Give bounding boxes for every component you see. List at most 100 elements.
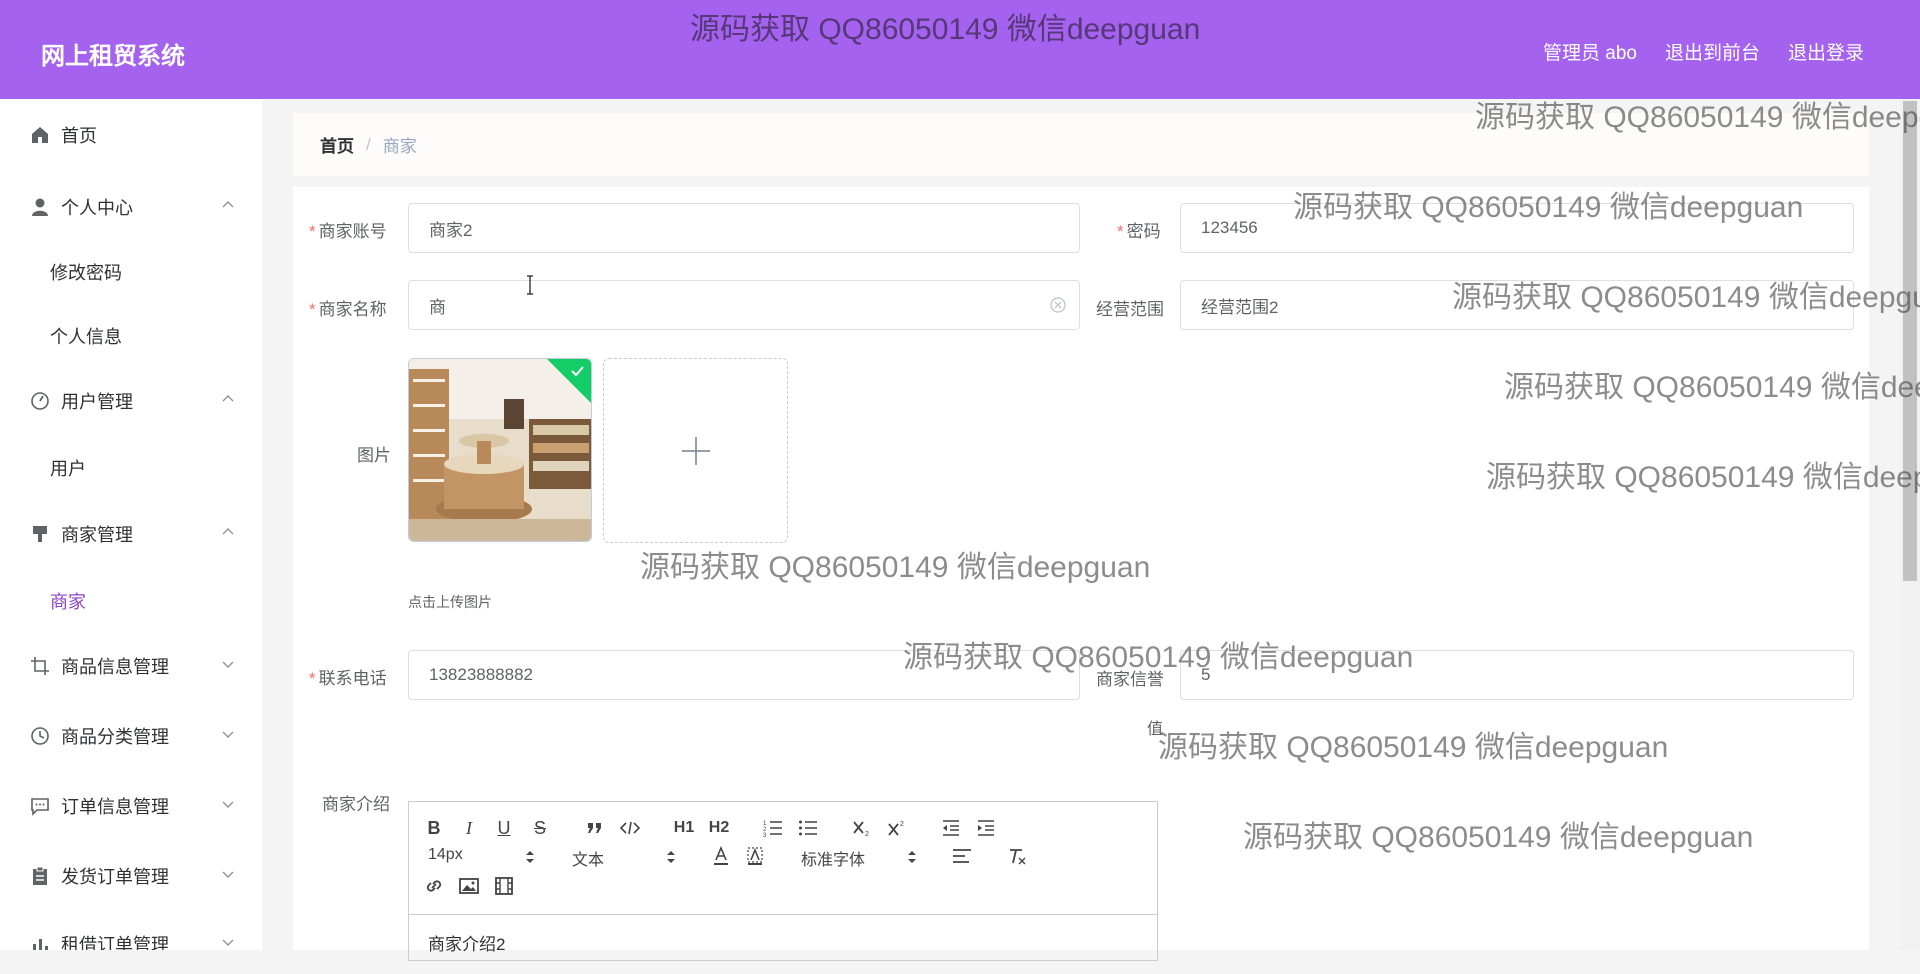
add-image-button[interactable]	[603, 358, 788, 543]
credit-label-wrap: 值	[1147, 721, 1164, 738]
sidebar-item-label: 订单信息管理	[61, 797, 169, 817]
top-header: 网上租贸系统 管理员 abo 退出到前台 退出登录	[0, 0, 1920, 99]
chevron-up-icon	[222, 201, 234, 208]
indent-icon[interactable]	[974, 816, 998, 840]
sidebar-item-label: 发货订单管理	[61, 867, 169, 887]
intro-label: 商家介绍	[322, 795, 390, 814]
breadcrumb-separator: /	[366, 134, 371, 154]
sidebar-item-personal-center[interactable]: 个人中心	[0, 187, 262, 227]
sidebar-item-home[interactable]: 首页	[0, 115, 262, 155]
svg-text:3: 3	[763, 833, 767, 837]
password-label: * 密码	[1117, 222, 1161, 241]
font-color-icon[interactable]	[709, 844, 733, 868]
chevron-down-icon	[222, 871, 234, 878]
header-2-button[interactable]: H2	[707, 816, 731, 840]
code-block-icon[interactable]	[618, 816, 642, 840]
chart-icon	[29, 933, 51, 950]
logout-link[interactable]: 退出登录	[1788, 38, 1864, 65]
phone-input[interactable]: 13823888882	[408, 650, 1080, 700]
clear-icon[interactable]	[1049, 296, 1067, 314]
strike-button[interactable]: S	[528, 816, 552, 840]
text-cursor-icon	[527, 275, 533, 295]
home-icon	[29, 124, 51, 146]
breadcrumb: 首页 / 商家	[293, 113, 1869, 176]
uploaded-image-thumbnail[interactable]	[408, 358, 592, 542]
breadcrumb-home[interactable]: 首页	[320, 132, 354, 157]
select-arrows-icon	[908, 851, 916, 863]
editor-content[interactable]: 商家介绍2	[409, 914, 1157, 974]
top-nav: 管理员 abo 退出到前台 退出登录	[1543, 38, 1864, 65]
sidebar-item-label: 用户管理	[61, 392, 133, 412]
sidebar-item-label: 首页	[61, 126, 97, 146]
header-select[interactable]: 文本	[572, 846, 604, 870]
breadcrumb-current: 商家	[382, 137, 417, 156]
italic-button[interactable]: I	[457, 816, 481, 840]
crop-icon	[29, 655, 51, 677]
message-icon	[29, 795, 51, 817]
password-input[interactable]: 123456	[1180, 203, 1854, 253]
credit-input[interactable]: 5	[1180, 650, 1854, 700]
dashboard-icon	[29, 390, 51, 412]
sidebar-item-shipping-orders[interactable]: 发货订单管理	[0, 856, 262, 896]
sidebar-item-label: 商品分类管理	[61, 727, 169, 747]
phone-label: * 联系电话	[309, 669, 387, 688]
scope-input[interactable]: 经营范围2	[1180, 280, 1854, 330]
bullet-list-icon[interactable]	[796, 816, 820, 840]
sidebar-item-label: 商家管理	[61, 525, 133, 545]
chevron-down-icon	[222, 731, 234, 738]
blockquote-icon[interactable]	[583, 816, 607, 840]
user-icon	[29, 196, 51, 218]
chevron-up-icon	[222, 395, 234, 402]
sidebar-item-merchant-management[interactable]: 商家管理	[0, 514, 262, 554]
plus-icon	[681, 436, 710, 465]
sidebar-item-label: 商品信息管理	[61, 657, 169, 677]
header-1-button[interactable]: H1	[672, 816, 696, 840]
sidebar-item-rental-orders[interactable]: 租借订单管理	[0, 924, 262, 950]
clear-format-icon[interactable]	[1005, 844, 1029, 868]
chevron-down-icon	[222, 801, 234, 808]
font-family-select[interactable]: 标准字体	[801, 846, 865, 870]
link-icon[interactable]	[422, 874, 446, 898]
ordered-list-icon[interactable]: 123	[761, 816, 785, 840]
subscript-icon[interactable]: 2	[850, 816, 874, 840]
name-label: * 商家名称	[309, 300, 387, 319]
upload-success-check-icon	[547, 359, 591, 403]
sidebar-item-product-info[interactable]: 商品信息管理	[0, 646, 262, 686]
app-title: 网上租贸系统	[41, 43, 185, 70]
chevron-down-icon	[222, 939, 234, 946]
select-arrows-icon	[526, 851, 534, 863]
image-label: 图片	[357, 446, 391, 465]
sidebar-item-label: 租借订单管理	[61, 935, 169, 950]
clipboard-icon	[29, 865, 51, 887]
account-input[interactable]: 商家2	[408, 203, 1080, 253]
credit-label: 商家信誉	[1096, 670, 1164, 689]
align-icon[interactable]	[950, 844, 974, 868]
image-icon[interactable]	[457, 874, 481, 898]
outdent-icon[interactable]	[939, 816, 963, 840]
sidebar-item-product-category[interactable]: 商品分类管理	[0, 716, 262, 756]
superscript-icon[interactable]: 2	[885, 816, 909, 840]
chevron-down-icon	[222, 661, 234, 668]
sidebar-item-change-password[interactable]: 修改密码	[50, 259, 122, 285]
chevron-up-icon	[222, 528, 234, 535]
svg-text:2: 2	[900, 821, 904, 828]
sidebar-item-order-info[interactable]: 订单信息管理	[0, 786, 262, 826]
upload-tip: 点击上传图片	[408, 594, 492, 610]
sidebar-item-personal-info[interactable]: 个人信息	[50, 323, 122, 349]
sidebar-item-user-management[interactable]: 用户管理	[0, 381, 262, 421]
account-label: * 商家账号	[309, 222, 387, 241]
exit-to-frontend-link[interactable]: 退出到前台	[1665, 38, 1760, 65]
underline-button[interactable]: U	[492, 816, 516, 840]
background-color-icon[interactable]	[743, 844, 767, 868]
font-size-select[interactable]: 14px	[428, 846, 463, 864]
sidebar-item-merchant[interactable]: 商家	[50, 588, 86, 614]
admin-user-link[interactable]: 管理员 abo	[1543, 38, 1637, 65]
scrollbar-thumb[interactable]	[1903, 101, 1917, 581]
merchant-name-input[interactable]: 商	[408, 280, 1080, 330]
video-icon[interactable]	[492, 874, 516, 898]
brush-icon	[29, 523, 51, 545]
clock-icon	[29, 725, 51, 747]
bold-button[interactable]: B	[422, 816, 446, 840]
sidebar: 首页 个人中心 修改密码 个人信息 用户管理 用户 商家管理 商家 商品信息管理…	[0, 99, 262, 950]
sidebar-item-users[interactable]: 用户	[50, 455, 86, 481]
